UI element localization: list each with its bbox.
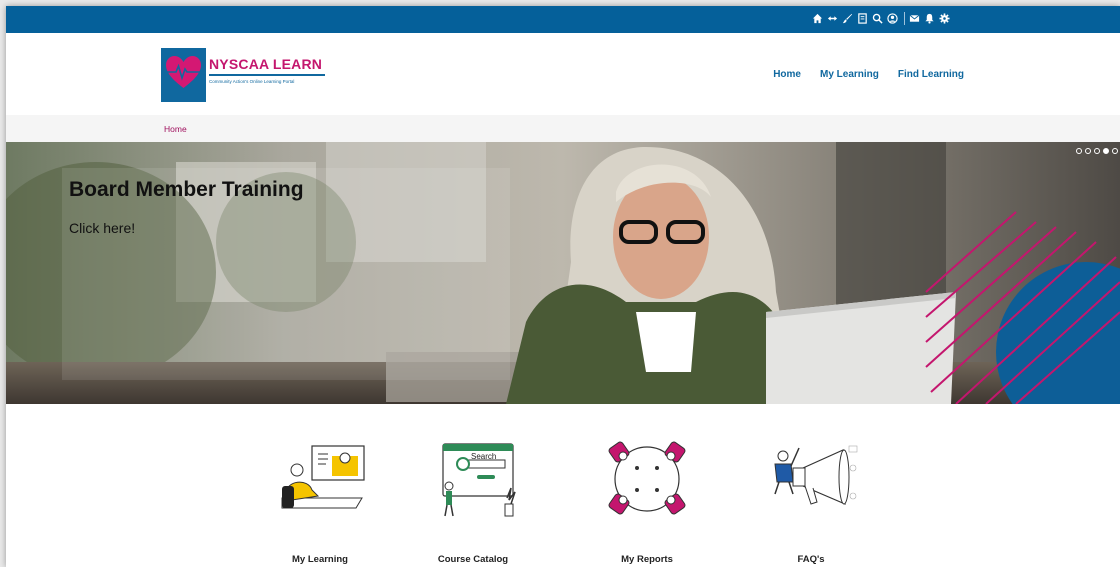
svg-text:Search: Search xyxy=(471,452,496,461)
heart-icon xyxy=(166,56,201,88)
logo-text: NYSCAA LEARN Community Action's Online L… xyxy=(206,48,325,102)
logo-title: NYSCAA LEARN xyxy=(209,56,323,72)
home-icon[interactable] xyxy=(812,11,823,25)
breadcrumb: Home xyxy=(6,115,1120,142)
gear-icon[interactable] xyxy=(939,11,950,25)
envelope-icon[interactable] xyxy=(909,11,920,25)
carousel-indicators xyxy=(1076,148,1118,154)
toolbar-icons xyxy=(812,11,954,25)
toolbar-divider xyxy=(904,11,905,25)
carousel-dot[interactable] xyxy=(1094,148,1100,154)
bell-icon[interactable] xyxy=(924,11,935,25)
carousel-dot[interactable] xyxy=(1112,148,1118,154)
book-icon[interactable] xyxy=(857,11,868,25)
logo-underline xyxy=(209,74,325,76)
tile-label: My Reports xyxy=(621,554,673,565)
tile-my-reports[interactable]: My Reports xyxy=(592,438,702,565)
tile-faqs[interactable]: FAQ's xyxy=(756,438,866,565)
tile-course-catalog[interactable]: Search Course Catalog xyxy=(418,438,528,565)
nav-my-learning[interactable]: My Learning xyxy=(820,69,879,80)
tile-label: Course Catalog xyxy=(437,554,509,565)
logo-subtitle: Community Action's Online Learning Porta… xyxy=(209,79,295,84)
site-header: NYSCAA LEARN Community Action's Online L… xyxy=(6,33,1120,115)
nav-home[interactable]: Home xyxy=(773,69,801,80)
breadcrumb-home[interactable]: Home xyxy=(164,124,187,134)
megaphone-faq-illustration-icon xyxy=(774,445,858,505)
meeting-reports-illustration-icon xyxy=(608,441,686,515)
browser-frame: NYSCAA LEARN Community Action's Online L… xyxy=(6,6,1120,567)
hero-carousel[interactable]: Board Member Training Click here! xyxy=(6,142,1120,404)
main-nav: Home My Learning Find Learning xyxy=(773,69,964,80)
carousel-dot[interactable] xyxy=(1085,148,1091,154)
tile-my-learning[interactable]: My Learning xyxy=(265,438,375,565)
user-circle-icon[interactable] xyxy=(887,11,898,25)
carousel-dot[interactable] xyxy=(1076,148,1082,154)
tile-label: FAQ's xyxy=(797,554,825,565)
logo-emblem xyxy=(161,48,206,102)
hero-title: Board Member Training xyxy=(69,178,304,201)
expand-arrows-icon[interactable] xyxy=(827,11,838,25)
search-icon[interactable] xyxy=(872,11,883,25)
top-toolbar xyxy=(6,6,1120,33)
search-catalog-illustration-icon: Search xyxy=(442,443,516,517)
quick-links: My Learning Search Course Catalog My Rep… xyxy=(6,404,1120,567)
carousel-dot-active[interactable] xyxy=(1103,148,1109,154)
online-learning-illustration-icon xyxy=(281,445,365,509)
brush-icon[interactable] xyxy=(842,11,853,25)
nav-find-learning[interactable]: Find Learning xyxy=(898,69,964,80)
tile-label: My Learning xyxy=(292,554,348,565)
site-logo[interactable]: NYSCAA LEARN Community Action's Online L… xyxy=(161,48,325,102)
hero-link[interactable]: Click here! xyxy=(69,220,135,236)
